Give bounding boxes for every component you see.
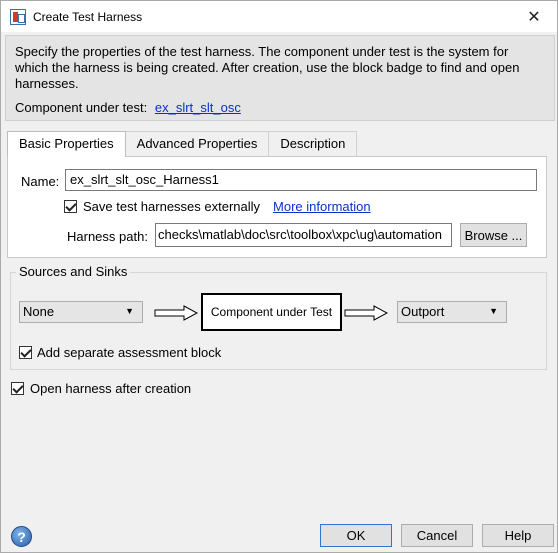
title-bar: Create Test Harness ✕ xyxy=(1,1,557,32)
tab-advanced-properties[interactable]: Advanced Properties xyxy=(124,131,270,156)
component-under-test-label: Component under test: xyxy=(15,100,148,115)
source-value: None xyxy=(23,304,55,319)
open-after-creation-checkbox[interactable] xyxy=(11,382,24,395)
chevron-down-icon: ▼ xyxy=(489,306,498,316)
name-label: Name: xyxy=(21,174,60,189)
save-externally-checkbox[interactable] xyxy=(64,200,77,213)
button-bar: ? OK Cancel Help xyxy=(1,517,557,553)
assessment-label: Add separate assessment block xyxy=(37,345,222,360)
save-externally-label: Save test harnesses externally xyxy=(83,199,261,214)
sources-sinks-title: Sources and Sinks xyxy=(16,264,131,279)
component-under-test-block: Component under Test xyxy=(201,293,342,331)
open-after-creation-row: Open harness after creation xyxy=(11,381,191,396)
close-icon[interactable]: ✕ xyxy=(511,1,557,32)
tab-description[interactable]: Description xyxy=(268,131,358,156)
open-after-creation-label: Open harness after creation xyxy=(30,381,192,396)
sink-value: Outport xyxy=(401,304,445,319)
more-information-link[interactable]: More information xyxy=(273,199,371,214)
harness-app-icon xyxy=(10,8,26,25)
window-title: Create Test Harness xyxy=(33,9,143,24)
create-test-harness-dialog: Create Test Harness ✕ Specify the proper… xyxy=(0,0,558,553)
sink-arrow-icon xyxy=(344,305,388,321)
cancel-button[interactable]: Cancel xyxy=(401,524,473,547)
question-mark-icon[interactable]: ? xyxy=(11,526,32,547)
component-under-test-line: Component under test: ex_slrt_slt_osc xyxy=(15,100,241,115)
source-arrow-icon xyxy=(154,305,198,321)
harness-path-value: checks\matlab\doc\src\toolbox\xpc\ug\aut… xyxy=(158,227,442,242)
tab-bar: Basic Properties Advanced Properties Des… xyxy=(7,131,358,157)
description-text: Specify the properties of the test harne… xyxy=(15,44,520,91)
help-button[interactable]: Help xyxy=(482,524,554,547)
ok-button[interactable]: OK xyxy=(320,524,392,547)
tab-basic-properties[interactable]: Basic Properties xyxy=(7,131,126,157)
component-block-label: Component under Test xyxy=(210,305,333,319)
name-input[interactable]: ex_slrt_slt_osc_Harness1 xyxy=(65,169,537,191)
source-dropdown[interactable]: None ▼ xyxy=(19,301,143,323)
chevron-down-icon: ▼ xyxy=(125,306,134,316)
harness-path-label: Harness path: xyxy=(67,229,148,244)
save-externally-row: Save test harnesses externally More info… xyxy=(64,199,371,214)
sources-sinks-group: Sources and Sinks None ▼ Component under… xyxy=(10,264,547,370)
component-under-test-link[interactable]: ex_slrt_slt_osc xyxy=(155,100,241,115)
assessment-checkbox[interactable] xyxy=(19,346,32,359)
browse-button[interactable]: Browse ... xyxy=(460,223,527,247)
description-panel: Specify the properties of the test harne… xyxy=(5,35,555,121)
basic-properties-panel: Name: ex_slrt_slt_osc_Harness1 Save test… xyxy=(7,156,547,258)
harness-path-input[interactable]: checks\matlab\doc\src\toolbox\xpc\ug\aut… xyxy=(155,223,452,247)
assessment-row: Add separate assessment block xyxy=(19,345,221,360)
sink-dropdown[interactable]: Outport ▼ xyxy=(397,301,507,323)
